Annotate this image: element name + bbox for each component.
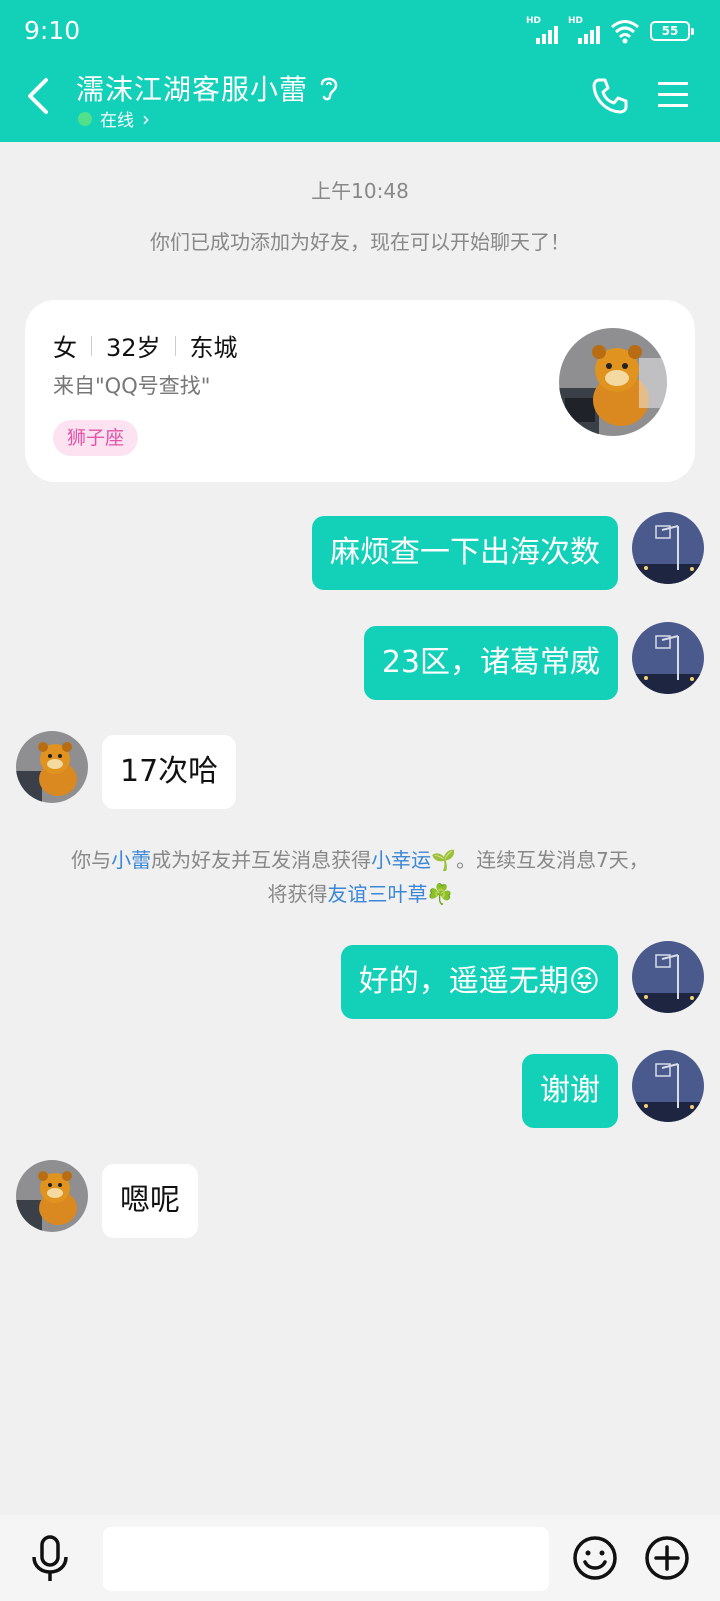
luck-text: 。连续互发消息7天， <box>456 848 649 872</box>
chat-timestamp: 上午10:48 <box>311 179 409 203</box>
message-bubble-out[interactable]: 好的，遥遥无期😝 <box>340 945 618 1019</box>
status-icons: HD HD 55 <box>526 16 694 44</box>
signal-icon: HD <box>526 16 558 44</box>
profile-info: 女 32岁 东城 <box>53 328 238 363</box>
mic-icon[interactable] <box>28 1535 72 1583</box>
profile-tag: 狮子座 <box>53 420 139 456</box>
online-status-text: 在线 <box>100 111 134 131</box>
message-bubble-in[interactable]: 17次哈 <box>102 735 237 809</box>
online-dot-icon <box>78 111 92 126</box>
self-avatar[interactable] <box>632 622 704 694</box>
self-avatar[interactable] <box>632 512 704 584</box>
online-status[interactable]: 在线 › <box>78 106 150 131</box>
emoji-icon[interactable] <box>572 1535 618 1581</box>
sprout-icon: 🌱 <box>431 848 457 872</box>
system-luck-message: 你与小蕾成为好友并互发消息获得小幸运🌱。连续互发消息7天， 将获得友谊三叶草☘️ <box>40 843 680 911</box>
emoji-laugh-icon: 😝 <box>568 964 600 999</box>
hd-label: HD <box>526 16 542 26</box>
battery-icon: 55 <box>650 21 694 41</box>
hd-label: HD <box>568 16 584 26</box>
chevron-right-icon: › <box>142 106 150 131</box>
message-text: 好的，遥遥无期 <box>358 964 569 999</box>
message-bubble-in[interactable]: 嗯呢 <box>102 1164 198 1238</box>
profile-gender: 女 <box>53 334 77 362</box>
friend-name-link[interactable]: 小蕾 <box>111 848 151 872</box>
contact-avatar[interactable] <box>16 731 88 803</box>
profile-age: 32岁 <box>106 334 161 362</box>
input-bar <box>0 1515 720 1601</box>
ear-icon <box>320 77 338 101</box>
clover-link[interactable]: 友谊三叶草 <box>328 882 428 906</box>
profile-photo[interactable] <box>559 328 667 436</box>
self-avatar[interactable] <box>632 941 704 1013</box>
luck-text: 你与 <box>71 848 112 872</box>
divider <box>174 335 176 356</box>
profile-city: 东城 <box>189 334 238 362</box>
divider <box>91 335 92 356</box>
chat-header: 濡沫江湖客服小蕾 在线 › <box>0 62 720 142</box>
little-luck-link[interactable]: 小幸运 <box>371 848 431 872</box>
message-input[interactable] <box>103 1527 549 1591</box>
back-icon[interactable] <box>22 76 58 116</box>
status-time: 9:10 <box>24 16 81 45</box>
luck-text: 成为好友并互发消息获得 <box>151 848 372 872</box>
message-bubble-out[interactable]: 23区，诸葛常威 <box>363 626 618 700</box>
profile-source: 来自"QQ号查找" <box>53 374 211 398</box>
status-bar: 9:10 HD HD 55 <box>0 0 720 62</box>
system-message: 你们已成功添加为好友，现在可以开始聊天了！ <box>150 230 570 254</box>
message-bubble-out[interactable]: 麻烦查一下出海次数 <box>312 516 618 590</box>
plus-icon[interactable] <box>644 1535 690 1581</box>
clover-icon: ☘️ <box>427 882 453 906</box>
menu-icon[interactable] <box>656 78 690 112</box>
contact-avatar[interactable] <box>16 1160 88 1232</box>
self-avatar[interactable] <box>632 1050 704 1122</box>
profile-card[interactable]: 女 32岁 东城 来自"QQ号查找" 狮子座 <box>25 300 695 482</box>
wifi-icon <box>611 20 639 44</box>
message-bubble-out[interactable]: 谢谢 <box>522 1054 618 1128</box>
signal-icon: HD <box>568 16 600 44</box>
phone-icon[interactable] <box>590 76 630 116</box>
luck-text: 将获得 <box>267 882 328 906</box>
contact-name[interactable]: 濡沫江湖客服小蕾 <box>76 68 340 108</box>
contact-name-text: 濡沫江湖客服小蕾 <box>76 73 309 106</box>
